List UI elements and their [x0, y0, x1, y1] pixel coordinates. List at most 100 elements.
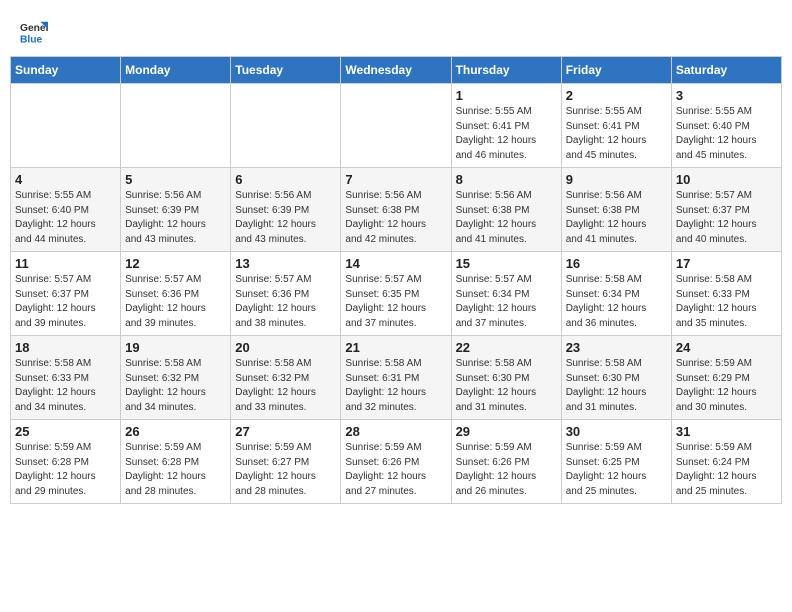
day-number: 21 [345, 340, 446, 355]
calendar-week-4: 18Sunrise: 5:58 AM Sunset: 6:33 PM Dayli… [11, 336, 782, 420]
calendar-cell: 29 Sunrise: 5:59 AM Sunset: 6:26 PM Dayli… [451, 420, 561, 504]
calendar-cell: 10 Sunrise: 5:57 AM Sunset: 6:37 PM Dayli… [671, 168, 781, 252]
day-info: Sunrise: 5:59 AM Sunset: 6:27 PM Dayligh… [235, 441, 336, 499]
day-info: Sunrise: 5:57 AM Sunset: 6:37 PM Dayligh… [15, 273, 116, 331]
day-info: Sunrise: 5:56 AM Sunset: 6:39 PM Dayligh… [125, 189, 226, 247]
day-info: Sunrise: 5:55 AM Sunset: 6:41 PM Dayligh… [456, 105, 557, 163]
day-info: Sunrise: 5:56 AM Sunset: 6:38 PM Dayligh… [345, 189, 446, 247]
calendar-cell: 7 Sunrise: 5:56 AM Sunset: 6:38 PM Daylig… [341, 168, 451, 252]
day-info: Sunrise: 5:55 AM Sunset: 6:40 PM Dayligh… [15, 189, 116, 247]
day-info: Sunrise: 5:59 AM Sunset: 6:28 PM Dayligh… [15, 441, 116, 499]
weekday-header-thursday: Thursday [451, 57, 561, 84]
day-number: 2 [566, 88, 667, 103]
calendar-cell: 23Sunrise: 5:58 AM Sunset: 6:30 PM Dayli… [561, 336, 671, 420]
day-info: Sunrise: 5:58 AM Sunset: 6:33 PM Dayligh… [676, 273, 777, 331]
calendar-cell: 8Sunrise: 5:56 AM Sunset: 6:38 PM Daylig… [451, 168, 561, 252]
day-number: 18 [15, 340, 116, 355]
weekday-header-wednesday: Wednesday [341, 57, 451, 84]
day-number: 7 [345, 172, 446, 187]
day-number: 24 [676, 340, 777, 355]
calendar-cell: 20Sunrise: 5:58 AM Sunset: 6:32 PM Dayli… [231, 336, 341, 420]
weekday-header-saturday: Saturday [671, 57, 781, 84]
day-number: 19 [125, 340, 226, 355]
day-info: Sunrise: 5:59 AM Sunset: 6:28 PM Dayligh… [125, 441, 226, 499]
calendar-cell: 30 Sunrise: 5:59 AM Sunset: 6:25 PM Dayli… [561, 420, 671, 504]
day-info: Sunrise: 5:55 AM Sunset: 6:40 PM Dayligh… [676, 105, 777, 163]
calendar-cell: 2 Sunrise: 5:55 AM Sunset: 6:41 PM Daylig… [561, 84, 671, 168]
calendar-cell: 18Sunrise: 5:58 AM Sunset: 6:33 PM Dayli… [11, 336, 121, 420]
day-info: Sunrise: 5:58 AM Sunset: 6:32 PM Dayligh… [125, 357, 226, 415]
day-number: 12 [125, 256, 226, 271]
calendar-cell: 6 Sunrise: 5:56 AM Sunset: 6:39 PM Daylig… [231, 168, 341, 252]
day-number: 5 [125, 172, 226, 187]
calendar-cell: 3 Sunrise: 5:55 AM Sunset: 6:40 PM Daylig… [671, 84, 781, 168]
day-info: Sunrise: 5:57 AM Sunset: 6:36 PM Dayligh… [125, 273, 226, 331]
day-info: Sunrise: 5:57 AM Sunset: 6:34 PM Dayligh… [456, 273, 557, 331]
day-number: 13 [235, 256, 336, 271]
calendar-cell: 12 Sunrise: 5:57 AM Sunset: 6:36 PM Dayli… [121, 252, 231, 336]
day-number: 9 [566, 172, 667, 187]
day-number: 14 [345, 256, 446, 271]
calendar-cell: 28 Sunrise: 5:59 AM Sunset: 6:26 PM Dayli… [341, 420, 451, 504]
calendar-cell [11, 84, 121, 168]
day-info: Sunrise: 5:58 AM Sunset: 6:30 PM Dayligh… [456, 357, 557, 415]
day-number: 20 [235, 340, 336, 355]
day-number: 28 [345, 424, 446, 439]
svg-text:Blue: Blue [20, 34, 43, 45]
calendar-cell [231, 84, 341, 168]
calendar-table: SundayMondayTuesdayWednesdayThursdayFrid… [10, 56, 782, 504]
day-info: Sunrise: 5:57 AM Sunset: 6:36 PM Dayligh… [235, 273, 336, 331]
day-number: 8 [456, 172, 557, 187]
day-info: Sunrise: 5:59 AM Sunset: 6:26 PM Dayligh… [345, 441, 446, 499]
calendar-cell: 5 Sunrise: 5:56 AM Sunset: 6:39 PM Daylig… [121, 168, 231, 252]
calendar-cell: 24 Sunrise: 5:59 AM Sunset: 6:29 PM Dayli… [671, 336, 781, 420]
day-info: Sunrise: 5:57 AM Sunset: 6:35 PM Dayligh… [345, 273, 446, 331]
day-number: 6 [235, 172, 336, 187]
day-info: Sunrise: 5:59 AM Sunset: 6:26 PM Dayligh… [456, 441, 557, 499]
calendar-cell: 11 Sunrise: 5:57 AM Sunset: 6:37 PM Dayli… [11, 252, 121, 336]
calendar-cell [341, 84, 451, 168]
calendar-cell: 26Sunrise: 5:59 AM Sunset: 6:28 PM Dayli… [121, 420, 231, 504]
day-info: Sunrise: 5:58 AM Sunset: 6:34 PM Dayligh… [566, 273, 667, 331]
day-info: Sunrise: 5:59 AM Sunset: 6:24 PM Dayligh… [676, 441, 777, 499]
calendar-cell: 22Sunrise: 5:58 AM Sunset: 6:30 PM Dayli… [451, 336, 561, 420]
day-info: Sunrise: 5:58 AM Sunset: 6:30 PM Dayligh… [566, 357, 667, 415]
calendar-cell: 15 Sunrise: 5:57 AM Sunset: 6:34 PM Dayli… [451, 252, 561, 336]
day-number: 25 [15, 424, 116, 439]
day-info: Sunrise: 5:59 AM Sunset: 6:29 PM Dayligh… [676, 357, 777, 415]
weekday-header-tuesday: Tuesday [231, 57, 341, 84]
calendar-week-1: 1 Sunrise: 5:55 AM Sunset: 6:41 PM Daylig… [11, 84, 782, 168]
day-number: 27 [235, 424, 336, 439]
calendar-cell: 9 Sunrise: 5:56 AM Sunset: 6:38 PM Daylig… [561, 168, 671, 252]
day-number: 15 [456, 256, 557, 271]
calendar-cell: 13 Sunrise: 5:57 AM Sunset: 6:36 PM Dayli… [231, 252, 341, 336]
day-info: Sunrise: 5:56 AM Sunset: 6:38 PM Dayligh… [566, 189, 667, 247]
weekday-header-monday: Monday [121, 57, 231, 84]
calendar-cell [121, 84, 231, 168]
day-info: Sunrise: 5:55 AM Sunset: 6:41 PM Dayligh… [566, 105, 667, 163]
day-number: 4 [15, 172, 116, 187]
logo-icon: General Blue [20, 18, 48, 46]
calendar-cell: 31 Sunrise: 5:59 AM Sunset: 6:24 PM Dayli… [671, 420, 781, 504]
calendar-cell: 19 Sunrise: 5:58 AM Sunset: 6:32 PM Dayli… [121, 336, 231, 420]
calendar-cell: 4 Sunrise: 5:55 AM Sunset: 6:40 PM Daylig… [11, 168, 121, 252]
day-number: 16 [566, 256, 667, 271]
page-header: General Blue [10, 10, 782, 50]
day-number: 31 [676, 424, 777, 439]
day-info: Sunrise: 5:56 AM Sunset: 6:39 PM Dayligh… [235, 189, 336, 247]
calendar-week-5: 25 Sunrise: 5:59 AM Sunset: 6:28 PM Dayli… [11, 420, 782, 504]
day-number: 11 [15, 256, 116, 271]
calendar-body: 1 Sunrise: 5:55 AM Sunset: 6:41 PM Daylig… [11, 84, 782, 504]
weekday-header-sunday: Sunday [11, 57, 121, 84]
day-number: 10 [676, 172, 777, 187]
day-info: Sunrise: 5:59 AM Sunset: 6:25 PM Dayligh… [566, 441, 667, 499]
day-info: Sunrise: 5:57 AM Sunset: 6:37 PM Dayligh… [676, 189, 777, 247]
calendar-header-row: SundayMondayTuesdayWednesdayThursdayFrid… [11, 57, 782, 84]
day-number: 30 [566, 424, 667, 439]
day-number: 3 [676, 88, 777, 103]
calendar-cell: 16 Sunrise: 5:58 AM Sunset: 6:34 PM Dayli… [561, 252, 671, 336]
day-number: 1 [456, 88, 557, 103]
logo: General Blue [20, 18, 48, 46]
day-number: 29 [456, 424, 557, 439]
calendar-week-3: 11 Sunrise: 5:57 AM Sunset: 6:37 PM Dayli… [11, 252, 782, 336]
